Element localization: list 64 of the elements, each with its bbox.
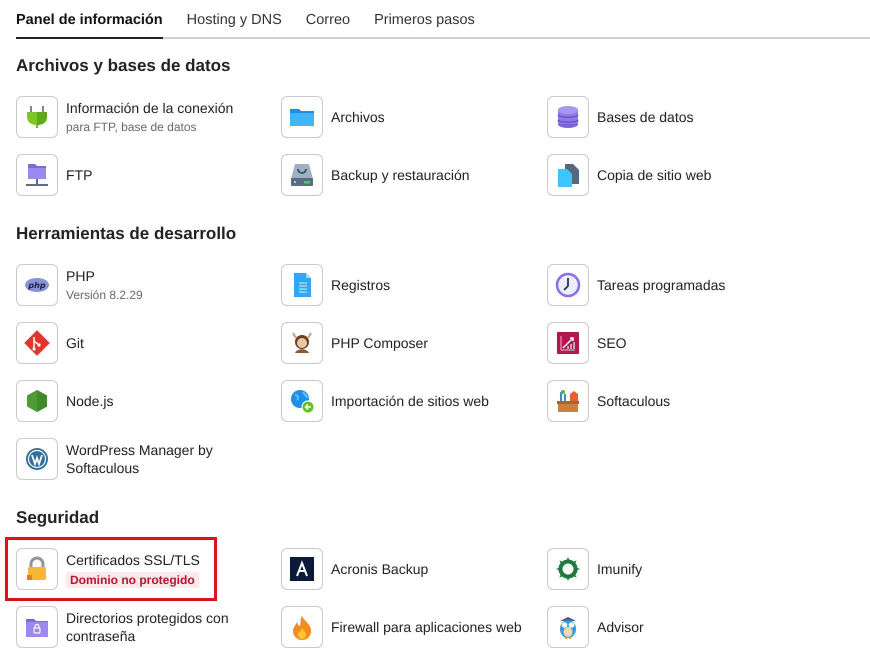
- tool-link[interactable]: Archivos: [331, 108, 385, 126]
- icon-tile[interactable]: [281, 264, 323, 306]
- tool-link[interactable]: Softaculous: [597, 392, 670, 410]
- tool-link[interactable]: Acronis Backup: [331, 560, 428, 578]
- section-heading: Seguridad: [16, 507, 100, 529]
- icon-tile[interactable]: [281, 322, 323, 364]
- icon-tile[interactable]: [547, 264, 589, 306]
- tool-link[interactable]: Advisor: [597, 618, 644, 636]
- tool-link[interactable]: WordPress Manager by Softaculous: [66, 441, 271, 477]
- tool-link[interactable]: Firewall para aplicaciones web: [331, 618, 522, 636]
- icon-tile[interactable]: [547, 96, 589, 138]
- wordpress-icon: [23, 445, 51, 473]
- tool-link[interactable]: PHP Composer: [331, 334, 428, 352]
- icon-tile[interactable]: [16, 322, 58, 364]
- icon-tile[interactable]: [547, 380, 589, 422]
- tool-link[interactable]: Node.js: [66, 392, 114, 410]
- chart-icon: [554, 329, 582, 357]
- icon-tile[interactable]: [547, 154, 589, 196]
- star-ring-icon: [554, 555, 582, 583]
- status-badge: Dominio no protegido: [66, 572, 199, 588]
- icon-tile[interactable]: [547, 322, 589, 364]
- tab[interactable]: Correo: [306, 2, 350, 39]
- tool-description: para FTP, base de datos: [66, 120, 197, 135]
- icon-tile[interactable]: [16, 154, 58, 196]
- section-heading: Archivos y bases de datos: [16, 55, 232, 77]
- tab[interactable]: Primeros pasos: [374, 2, 475, 39]
- section-heading: Herramientas de desarrollo: [16, 223, 238, 245]
- tool-link[interactable]: Copia de sitio web: [597, 166, 712, 184]
- icon-tile[interactable]: [281, 380, 323, 422]
- tool-link[interactable]: Registros: [331, 276, 390, 294]
- tool-link[interactable]: Git: [66, 334, 84, 352]
- tool-link[interactable]: Importación de sitios web: [331, 392, 489, 410]
- logo-text: php: [28, 281, 46, 290]
- tool-link[interactable]: Backup y restauración: [331, 166, 470, 184]
- icon-tile[interactable]: [281, 96, 323, 138]
- icon-tile[interactable]: [16, 380, 58, 422]
- icon-tile[interactable]: [16, 96, 58, 138]
- icon-tile[interactable]: [281, 548, 323, 590]
- drive-icon: [288, 161, 316, 189]
- tab[interactable]: Panel de información: [16, 2, 163, 39]
- icon-tile[interactable]: [281, 154, 323, 196]
- tool-link[interactable]: Imunify: [597, 560, 642, 578]
- tool-link[interactable]: Bases de datos: [597, 108, 694, 126]
- network-folder-icon: [23, 161, 51, 189]
- tab[interactable]: Hosting y DNS: [186, 2, 282, 39]
- icon-tile[interactable]: [16, 438, 58, 480]
- tool-description: Versión 8.2.29: [66, 288, 143, 303]
- globe-icon: [288, 387, 316, 415]
- tool-link[interactable]: Información de la conexión: [66, 99, 234, 117]
- tool-link[interactable]: FTP: [66, 166, 92, 184]
- tool-link[interactable]: SEO: [597, 334, 627, 352]
- letter-icon: [288, 555, 316, 583]
- tool-link[interactable]: Tareas programadas: [597, 276, 726, 294]
- icon-tile[interactable]: [16, 548, 58, 590]
- icon-tile[interactable]: [547, 606, 589, 648]
- tool-link[interactable]: Directorios protegidos con contraseña: [66, 609, 271, 645]
- tool-link[interactable]: PHP: [66, 267, 95, 285]
- clock-icon: [554, 271, 582, 299]
- tool-link[interactable]: Certificados SSL/TLS: [66, 550, 200, 568]
- icon-tile[interactable]: php: [16, 264, 58, 306]
- icon-tile[interactable]: [16, 606, 58, 648]
- toolbox-icon: [554, 387, 582, 415]
- icon-tile[interactable]: [547, 548, 589, 590]
- icon-tile[interactable]: [281, 606, 323, 648]
